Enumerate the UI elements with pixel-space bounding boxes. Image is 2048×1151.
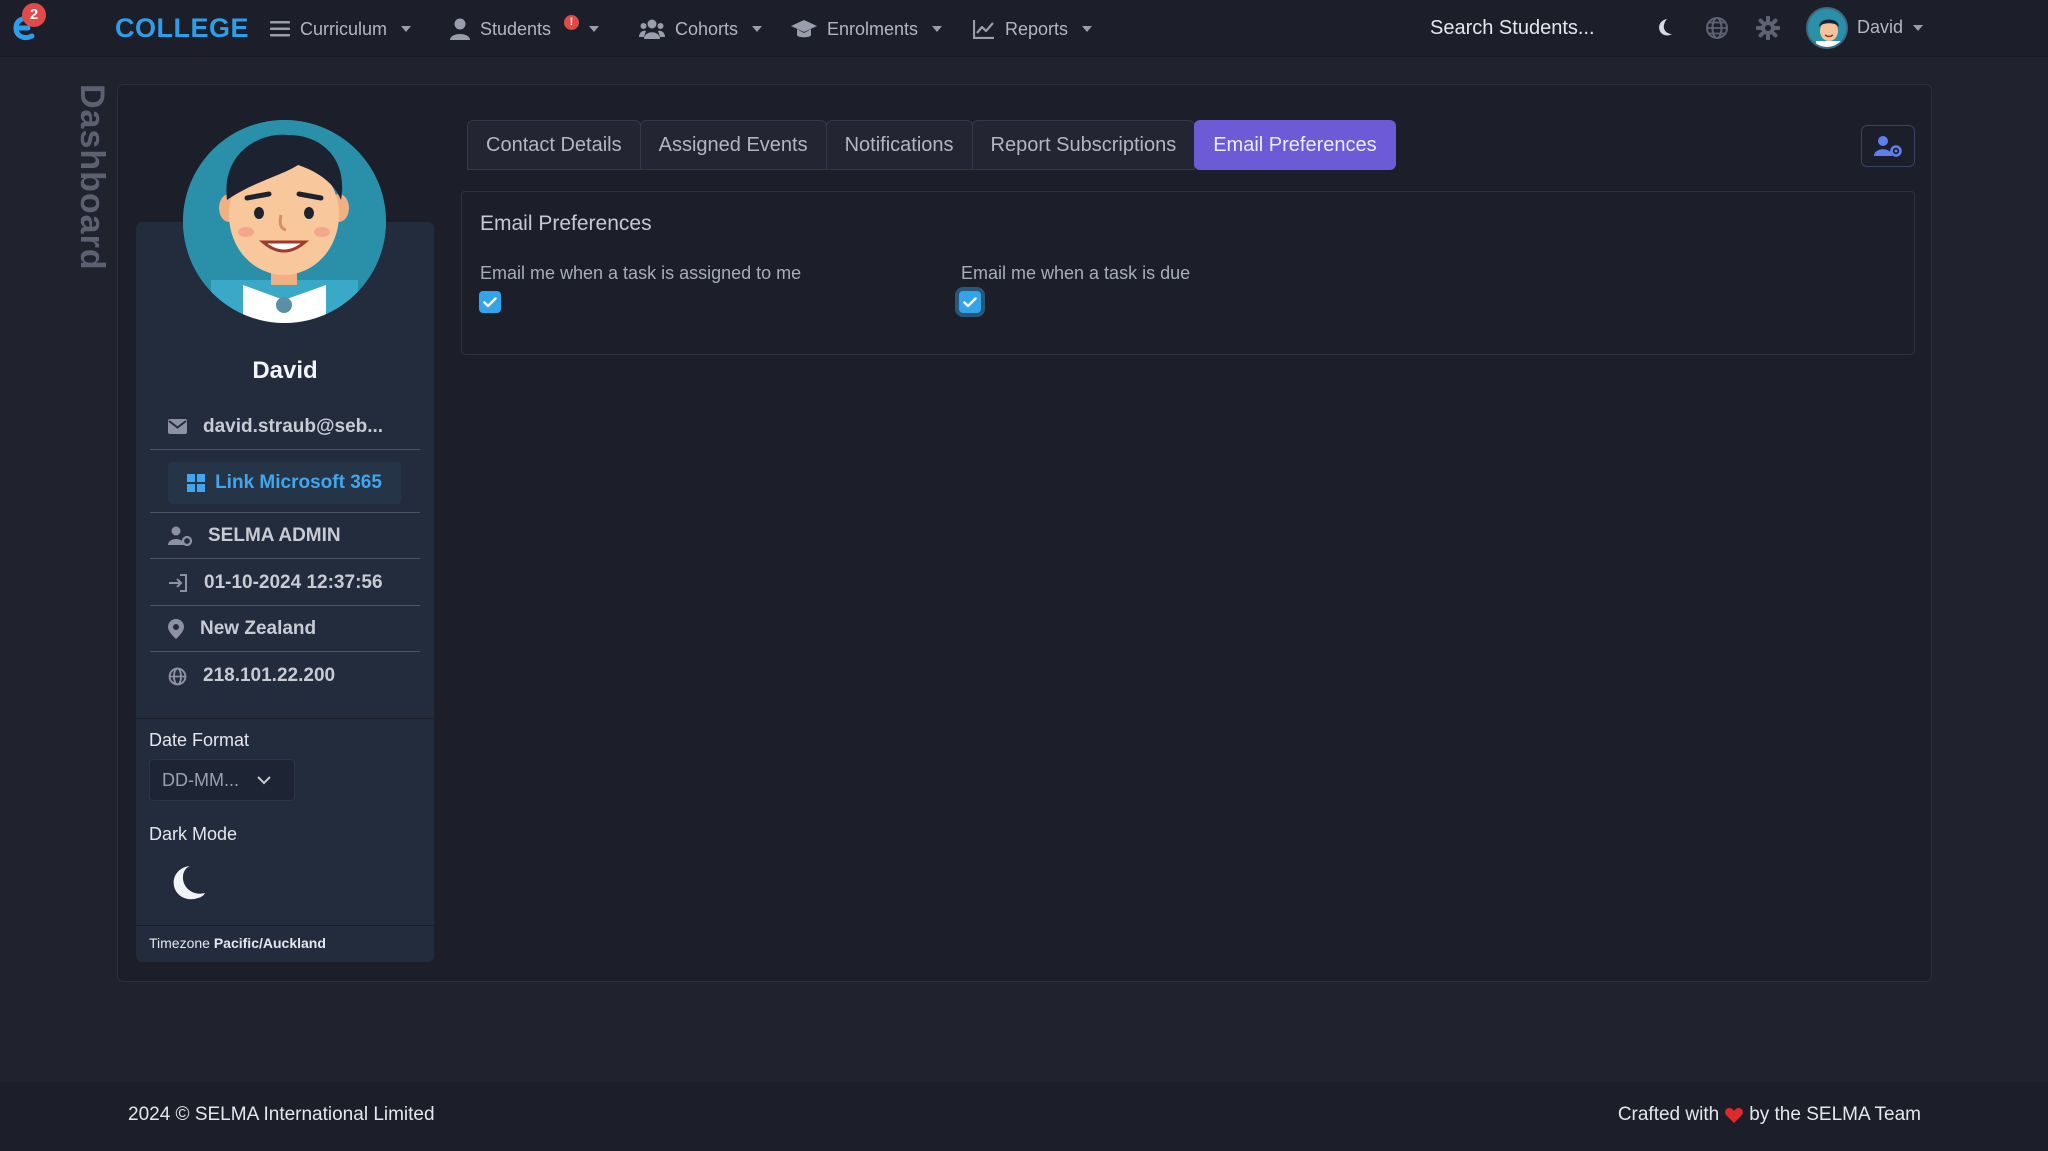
dark-mode-label: Dark Mode bbox=[149, 824, 238, 844]
users-icon bbox=[639, 19, 665, 39]
sign-in-icon bbox=[169, 573, 187, 592]
nav-cohorts[interactable]: Cohorts bbox=[639, 14, 763, 44]
chevron-down-icon bbox=[752, 26, 763, 32]
chevron-down-icon bbox=[1913, 24, 1924, 31]
profile-last-login-row: 01-10-2024 12:37:56 bbox=[150, 560, 420, 606]
profile-ip: 218.101.22.200 bbox=[203, 665, 336, 686]
globe-icon bbox=[168, 667, 187, 685]
profile-email: david.straub@seb... bbox=[203, 415, 384, 437]
heart-icon bbox=[1725, 1108, 1744, 1123]
nav-curriculum-label: Curriculum bbox=[300, 18, 388, 39]
avatar-illustration-icon bbox=[183, 120, 386, 323]
date-format-value: DD-MM... bbox=[162, 769, 239, 790]
globe-icon[interactable] bbox=[1705, 16, 1729, 40]
profile-tabs: Contact Details Assigned Events Notifica… bbox=[467, 120, 1396, 170]
search-students-input[interactable] bbox=[1418, 6, 1638, 50]
link-microsoft-365-button[interactable]: Link Microsoft 365 bbox=[168, 462, 401, 504]
brand-title[interactable]: COLLEGE bbox=[115, 13, 249, 44]
pref-task-due-label: Email me when a task is due bbox=[961, 263, 1191, 283]
moon-icon[interactable] bbox=[1652, 16, 1676, 40]
user-settings-button[interactable] bbox=[1861, 125, 1915, 167]
nav-reports[interactable]: Reports bbox=[973, 14, 1093, 44]
chevron-down-icon bbox=[589, 26, 600, 32]
chevron-down-icon bbox=[1082, 26, 1093, 32]
user-icon bbox=[450, 18, 470, 40]
profile-email-row: david.straub@seb... bbox=[150, 404, 420, 450]
profile-location-row: New Zealand bbox=[150, 606, 420, 652]
tab-assigned-events[interactable]: Assigned Events bbox=[639, 120, 827, 170]
email-preferences-title: Email Preferences bbox=[480, 212, 652, 235]
timezone-row: Timezone Pacific/Auckland bbox=[136, 925, 434, 962]
windows-icon bbox=[187, 474, 206, 492]
timezone-value: Pacific/Auckland bbox=[213, 935, 326, 951]
profile-role: SELMA ADMIN bbox=[208, 524, 341, 546]
pref-task-assigned-checkbox[interactable] bbox=[479, 291, 501, 313]
chart-line-icon bbox=[973, 20, 994, 39]
user-name: David bbox=[1857, 17, 1904, 37]
map-marker-icon bbox=[168, 618, 184, 639]
footer-crafted-suffix: by the SELMA Team bbox=[1749, 1104, 1921, 1125]
link-microsoft-365-label: Link Microsoft 365 bbox=[215, 472, 382, 493]
user-menu[interactable]: David bbox=[1857, 17, 1924, 38]
profile-ip-row: 218.101.22.200 bbox=[150, 653, 420, 699]
date-format-select[interactable]: DD-MM... bbox=[149, 759, 295, 801]
notification-badge[interactable]: 2 bbox=[22, 3, 46, 27]
dashboard-vertical-label[interactable]: Dashboard bbox=[72, 84, 111, 271]
avatar-face-icon bbox=[1808, 9, 1846, 47]
date-format-label: Date Format bbox=[149, 730, 250, 750]
tab-contact-details[interactable]: Contact Details bbox=[467, 120, 641, 170]
dark-mode-moon-icon[interactable] bbox=[170, 864, 206, 902]
user-avatar[interactable] bbox=[1806, 7, 1848, 49]
checkmark-icon bbox=[963, 296, 977, 307]
profile-last-login: 01-10-2024 12:37:56 bbox=[204, 571, 383, 593]
chevron-down-icon bbox=[401, 26, 412, 32]
timezone-label: Timezone bbox=[149, 935, 210, 951]
pref-task-assigned-label: Email me when a task is assigned to me bbox=[480, 263, 802, 283]
nav-curriculum[interactable]: Curriculum bbox=[270, 14, 412, 44]
tab-notifications[interactable]: Notifications bbox=[825, 120, 973, 170]
graduation-cap-icon bbox=[791, 20, 817, 38]
footer-crafted-prefix: Crafted with bbox=[1617, 1104, 1720, 1125]
nav-cohorts-label: Cohorts bbox=[675, 18, 739, 39]
profile-name: David bbox=[252, 357, 318, 384]
students-alert-badge: ! bbox=[564, 15, 579, 30]
nav-reports-label: Reports bbox=[1005, 18, 1069, 39]
gear-icon[interactable] bbox=[1756, 16, 1780, 40]
envelope-icon bbox=[168, 419, 187, 434]
profile-avatar[interactable] bbox=[183, 120, 386, 323]
pref-task-due-checkbox[interactable] bbox=[959, 291, 981, 313]
profile-role-row: SELMA ADMIN bbox=[150, 513, 420, 559]
footer-credit: Crafted with by the SELMA Team bbox=[1618, 1104, 1921, 1126]
chevron-down-icon bbox=[932, 26, 943, 32]
footer: 2024 © SELMA International Limited Craft… bbox=[0, 1082, 2048, 1151]
checkmark-icon bbox=[483, 296, 497, 307]
footer-copyright: 2024 © SELMA International Limited bbox=[128, 1104, 435, 1125]
nav-enrolments[interactable]: Enrolments bbox=[791, 14, 943, 44]
profile-location: New Zealand bbox=[200, 617, 317, 639]
chevron-down-icon bbox=[257, 775, 271, 784]
top-navbar: 2 COLLEGE Curriculum Students ! Cohorts bbox=[0, 0, 2048, 57]
nav-enrolments-label: Enrolments bbox=[827, 18, 919, 39]
user-gear-icon bbox=[1874, 136, 1902, 157]
divider bbox=[136, 718, 434, 719]
tab-email-preferences[interactable]: Email Preferences bbox=[1194, 120, 1396, 170]
nav-students-label: Students bbox=[480, 18, 552, 39]
hamburger-icon bbox=[270, 21, 290, 37]
tab-report-subscriptions[interactable]: Report Subscriptions bbox=[971, 120, 1196, 170]
user-gear-icon bbox=[168, 526, 192, 546]
